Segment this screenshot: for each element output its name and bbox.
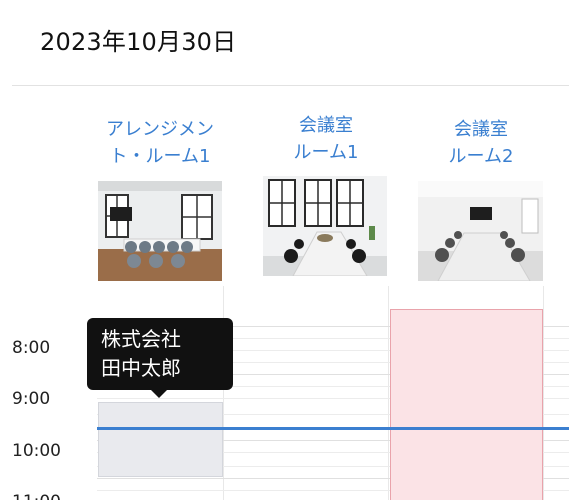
room-name-line1: 会議室 (454, 119, 508, 140)
room-photo-conference-room-2[interactable] (418, 181, 543, 281)
room-header-arrangement-room-1[interactable]: アレンジメン ト・ルーム1 (92, 116, 228, 170)
room-name-line2: ルーム2 (448, 146, 514, 167)
tooltip-company: 株式会社 (101, 327, 181, 351)
time-label-10: 10:00 (12, 441, 61, 461)
booking-block-arrangement-room-1[interactable] (98, 402, 223, 477)
booking-tooltip: 株式会社 田中太郎 (87, 318, 233, 390)
tooltip-person: 田中太郎 (101, 356, 181, 380)
booking-block-conference-room-2[interactable] (390, 309, 543, 500)
time-label-9: 9:00 (12, 389, 51, 409)
room-photo-conference-room-1[interactable] (263, 176, 387, 276)
page-title: 2023年10月30日 (40, 28, 237, 56)
room-name-line2: ト・ルーム1 (109, 146, 211, 167)
header-divider (12, 85, 569, 86)
column-divider (388, 286, 389, 500)
room-name-line2: ルーム1 (293, 142, 359, 163)
room-header-conference-room-2[interactable]: 会議室 ルーム2 (413, 116, 549, 170)
room-photo-arrangement-room-1[interactable] (98, 181, 222, 281)
room-name-line1: アレンジメン (106, 119, 214, 140)
room-name-line1: 会議室 (299, 115, 353, 136)
time-label-8: 8:00 (12, 338, 51, 358)
current-time-indicator (97, 427, 569, 430)
room-header-conference-room-1[interactable]: 会議室 ルーム1 (258, 112, 394, 166)
column-divider (543, 286, 544, 500)
tooltip-arrow (150, 389, 168, 398)
time-label-11: 11:00 (12, 492, 61, 500)
